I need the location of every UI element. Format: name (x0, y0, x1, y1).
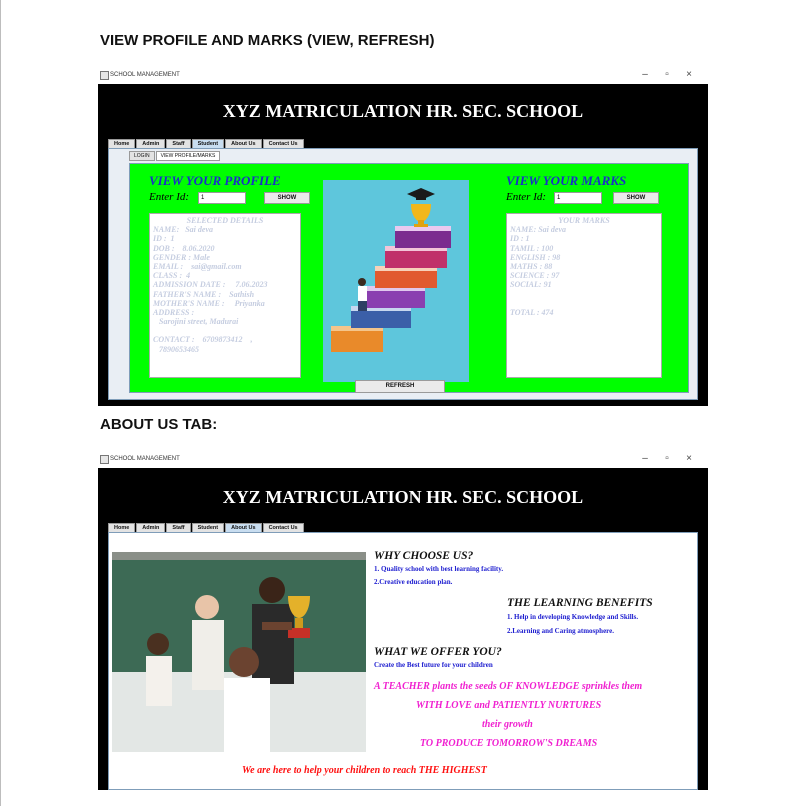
graduation-illustration (323, 180, 469, 382)
marks-line: ID : 1 (510, 234, 530, 244)
offer-title: WHAT WE OFFER YOU? (374, 646, 502, 658)
maximize-button[interactable]: ▫ (656, 453, 678, 464)
profile-line: DOB : 8.06.2020 (153, 243, 215, 253)
profile-id-input[interactable]: 1 (198, 192, 246, 204)
marks-line: ENGLISH : 98 (510, 252, 561, 262)
profile-marks-area: VIEW YOUR PROFILE Enter Id: 1 SHOW SELEC… (129, 163, 689, 393)
profile-details-box: SELECTED DETAILS NAME: Sai deva ID : 1 DOB… (149, 213, 301, 378)
tab-student[interactable]: Student (191, 523, 225, 532)
profile-title: VIEW YOUR PROFILE (149, 173, 281, 188)
student-subtabs: LOGIN VIEW PROFILE/MARKS (129, 151, 221, 161)
school-banner: XYZ MATRICULATION HR. SEC. SCHOOL (222, 487, 584, 507)
profile-line: EMAIL : sai@gmail.com (153, 262, 242, 272)
window-title: SCHOOL MANAGEMENT (110, 72, 180, 78)
subtab-view-profile-marks[interactable]: VIEW PROFILE/MARKS (155, 151, 221, 161)
tab-admin[interactable]: Admin (136, 139, 166, 148)
main-tabs: Home Admin Staff Student About Us Contac… (108, 139, 305, 148)
why-point-2: 2.Creative education plan. (374, 578, 453, 586)
minimize-button[interactable]: – (634, 69, 656, 80)
profile-line (153, 326, 297, 335)
window-content: XYZ MATRICULATION HR. SEC. SCHOOL Home A… (98, 468, 708, 790)
subtab-login[interactable]: LOGIN (129, 151, 155, 161)
offer-point-1: Create the Best future for your children (374, 661, 493, 669)
profile-line: ADDRESS : (153, 308, 195, 318)
profile-line: GENDER : Male (153, 252, 210, 262)
marks-line (510, 290, 658, 299)
student-panel: LOGIN VIEW PROFILE/MARKS VIEW YOUR PROFI… (108, 148, 698, 400)
profile-line: Sarojini street, Madurai (153, 317, 239, 327)
quote-line-4: TO PRODUCE TOMORROW'S DREAMS (420, 738, 598, 749)
profile-line: FATHER'S NAME : Sathish (153, 289, 255, 299)
close-button[interactable]: × (678, 453, 700, 464)
minimize-button[interactable]: – (634, 453, 656, 464)
tab-home[interactable]: Home (108, 523, 136, 532)
tab-staff[interactable]: Staff (166, 523, 191, 532)
marks-line: SCIENCE : 97 (510, 271, 560, 281)
app-icon (100, 71, 109, 80)
tab-about-us[interactable]: About Us (225, 523, 262, 532)
tab-contact-us[interactable]: Contact Us (262, 139, 304, 148)
marks-id-input[interactable]: 1 (554, 192, 602, 204)
marks-line: SOCIAL: 91 (510, 280, 552, 290)
quote-line-2: WITH LOVE and PATIENTLY NURTURES (416, 700, 602, 711)
tab-about-us[interactable]: About Us (225, 139, 262, 148)
section-heading-profile: VIEW PROFILE AND MARKS (VIEW, REFRESH) (100, 32, 435, 49)
tab-contact-us[interactable]: Contact Us (262, 523, 304, 532)
benefits-title: THE LEARNING BENEFITS (507, 597, 653, 609)
tab-admin[interactable]: Admin (136, 523, 166, 532)
tab-staff[interactable]: Staff (166, 139, 191, 148)
students-teachers-trophy-image (112, 552, 366, 752)
marks-details-box: YOUR MARKS NAME: Sai deva ID : 1 TAMIL : 1… (506, 213, 662, 378)
profile-line: 7890653465 (153, 344, 199, 354)
window-titlebar: SCHOOL MANAGEMENT – ▫ × (98, 452, 708, 468)
profile-line: ID : 1 (153, 234, 175, 244)
classroom-photo (112, 552, 366, 752)
marks-show-button[interactable]: SHOW (613, 192, 659, 204)
profile-show-button[interactable]: SHOW (264, 192, 310, 204)
marks-line: TAMIL : 100 (510, 243, 554, 253)
page-left-border (0, 0, 1, 806)
marks-title: VIEW YOUR MARKS (506, 173, 627, 188)
window-student: SCHOOL MANAGEMENT – ▫ × XYZ MATRICULATION … (98, 68, 708, 406)
why-point-1: 1. Quality school with best learning fac… (374, 565, 504, 573)
profile-line: ADMISSION DATE : 7.06.2023 (153, 280, 268, 290)
tagline: We are here to help your children to rea… (242, 765, 487, 776)
window-title: SCHOOL MANAGEMENT (110, 456, 180, 462)
profile-line: CONTACT : 6709873412 , (153, 335, 253, 345)
section-heading-about: ABOUT US TAB: (100, 416, 218, 433)
school-banner: XYZ MATRICULATION HR. SEC. SCHOOL (222, 101, 584, 121)
about-panel: WHY CHOOSE US? 1. Quality school with be… (108, 532, 698, 790)
main-tabs: Home Admin Staff Student About Us Contac… (108, 523, 305, 532)
refresh-button[interactable]: REFRESH (355, 380, 445, 393)
marks-line: MATHS : 88 (510, 262, 553, 272)
window-titlebar: SCHOOL MANAGEMENT – ▫ × (98, 68, 708, 84)
profile-line: MOTHER'S NAME : Priyanka (153, 298, 265, 308)
maximize-button[interactable]: ▫ (656, 69, 678, 80)
marks-line (510, 299, 658, 308)
benefit-point-2: 2.Learning and Caring atmosphere. (507, 627, 615, 635)
books-stairs-trophy-image (323, 180, 469, 382)
marks-line: NAME: Sai deva (510, 225, 566, 235)
why-choose-title: WHY CHOOSE US? (374, 550, 474, 562)
profile-line: NAME: Sai deva (153, 225, 213, 235)
marks-box-heading: YOUR MARKS (558, 216, 610, 225)
quote-line-1: A TEACHER plants the seeds OF KNOWLEDGE … (374, 681, 643, 692)
tab-home[interactable]: Home (108, 139, 136, 148)
marks-id-label: Enter Id: (506, 191, 547, 203)
window-content: XYZ MATRICULATION HR. SEC. SCHOOL Home A… (98, 84, 708, 406)
tab-student[interactable]: Student (191, 139, 225, 148)
window-about: SCHOOL MANAGEMENT – ▫ × XYZ MATRICULATION … (98, 452, 708, 790)
quote-line-3: their growth (482, 719, 533, 730)
benefit-point-1: 1. Help in developing Knowledge and Skil… (507, 613, 639, 621)
profile-id-label: Enter Id: (149, 191, 190, 203)
app-icon (100, 455, 109, 464)
marks-line: TOTAL : 474 (510, 307, 554, 317)
close-button[interactable]: × (678, 69, 700, 80)
profile-line: CLASS : 4 (153, 271, 191, 281)
profile-box-heading: SELECTED DETAILS (186, 216, 264, 225)
